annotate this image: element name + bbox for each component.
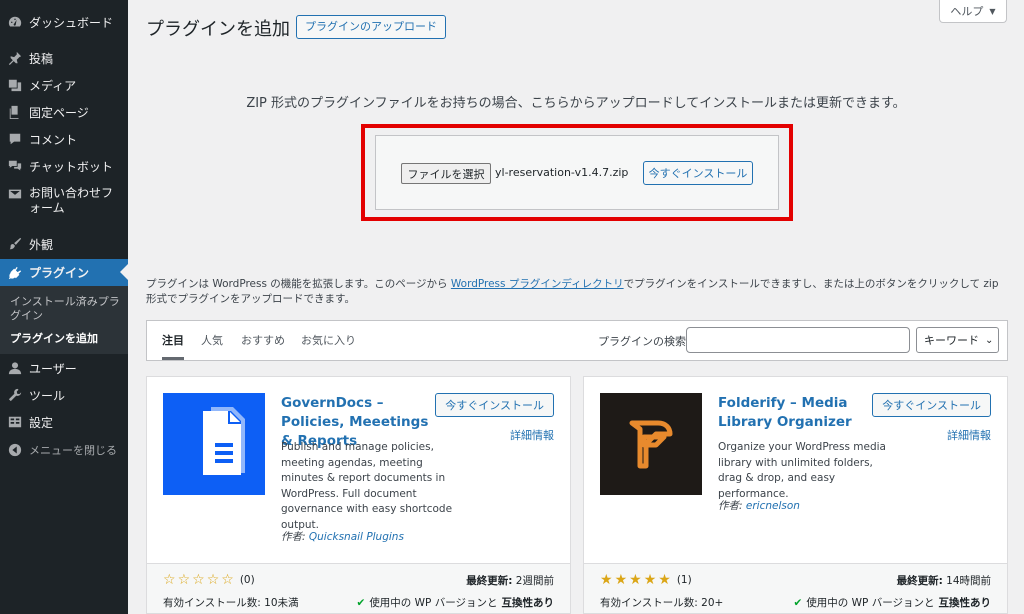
star-filled-icon: ★: [658, 572, 671, 588]
admin-sidebar: ダッシュボード 投稿 メディア 固定ページ コメント チャットボット お問い合わ…: [0, 0, 128, 614]
sidebar-item-plugins[interactable]: プラグイン: [0, 259, 128, 286]
choose-file-button[interactable]: ファイルを選択: [401, 163, 491, 184]
star-rating: ☆ ☆ ☆ ☆ ☆ (0): [163, 573, 255, 587]
sidebar-item-dashboard[interactable]: ダッシュボード: [0, 9, 128, 35]
compatibility: ✔ 使用中の WP バージョンと 互換性あり: [356, 596, 555, 610]
star-empty-icon: ☆: [192, 572, 205, 588]
star-filled-icon: ★: [643, 572, 657, 588]
plugin-description: Publish and manage policies, meeting age…: [281, 441, 453, 531]
plugin-card: GovernDocs – Policies, Meeetings & Repor…: [146, 376, 571, 614]
search-label: プラグインの検索: [598, 335, 686, 348]
active-installs: 有効インストール数: 10未満: [163, 597, 299, 609]
sidebar-item-media[interactable]: メディア: [0, 72, 128, 98]
folderify-logo-icon: [600, 393, 702, 495]
star-empty-icon: ☆: [221, 572, 234, 588]
plugins-submenu: インストール済みプラグイン プラグインを追加: [0, 286, 128, 354]
chat-icon: [7, 158, 23, 174]
sidebar-item-contact-form[interactable]: お問い合わせフォーム: [0, 181, 128, 221]
collapse-menu-button[interactable]: メニューを閉じる: [0, 437, 128, 463]
appearance-icon: [7, 236, 23, 252]
plugin-card: Folderify – Media Library Organizer 今すぐイ…: [583, 376, 1008, 614]
tools-icon: [7, 387, 23, 403]
settings-icon: [7, 414, 23, 430]
plugin-icon: [7, 265, 23, 281]
more-details-link[interactable]: 詳細情報: [510, 427, 554, 443]
tab-popular[interactable]: 人気: [201, 332, 223, 348]
upload-plugin-button[interactable]: プラグインのアップロード: [296, 15, 446, 39]
star-filled-icon: ★: [614, 572, 628, 588]
card-install-button[interactable]: 今すぐインストール: [872, 393, 991, 417]
rating-count: (0): [239, 574, 255, 586]
selected-file-name: yl-reservation-v1.4.7.zip: [495, 166, 629, 179]
more-details-link[interactable]: 詳細情報: [947, 427, 991, 443]
chevron-down-icon: ⌄: [985, 334, 994, 346]
last-updated: 最終更新: 14時間前: [896, 575, 991, 587]
star-filled-icon: ★: [629, 572, 642, 588]
plugin-author: 作者: ericnelson: [718, 500, 800, 512]
upload-description: ZIP 形式のプラグインファイルをお持ちの場合、こちらからアップロードしてインス…: [246, 96, 906, 111]
pin-icon: [7, 50, 23, 66]
user-icon: [7, 360, 23, 376]
sidebar-item-users[interactable]: ユーザー: [0, 355, 128, 381]
sidebar-item-pages[interactable]: 固定ページ: [0, 99, 128, 125]
tab-featured[interactable]: 注目: [162, 332, 184, 348]
plugin-name-link[interactable]: Folderify – Media Library Organizer: [718, 394, 878, 432]
sidebar-item-chatbot[interactable]: チャットボット: [0, 153, 128, 179]
sidebar-item-tools[interactable]: ツール: [0, 382, 128, 408]
card-install-button[interactable]: 今すぐインストール: [435, 393, 554, 417]
sidebar-item-settings[interactable]: 設定: [0, 409, 128, 435]
search-type-select[interactable]: キーワード ⌄: [916, 327, 999, 353]
page-title: プラグインを追加: [146, 19, 290, 40]
plugin-intro-text: プラグインは WordPress の機能を拡張します。このページから WordP…: [146, 278, 999, 305]
check-icon: ✔: [356, 596, 366, 609]
compatibility: ✔ 使用中の WP バージョンと 互換性あり: [793, 596, 992, 610]
plugin-directory-link[interactable]: WordPress プラグインディレクトリ: [451, 278, 624, 290]
submenu-installed-plugins[interactable]: インストール済みプラグイン: [10, 295, 122, 323]
page-icon: [7, 104, 23, 120]
media-icon: [7, 77, 23, 93]
check-icon: ✔: [793, 596, 803, 609]
tab-active-indicator: [162, 357, 184, 360]
tab-recommended[interactable]: おすすめ: [241, 332, 285, 348]
collapse-icon: [7, 442, 23, 458]
sidebar-item-comments[interactable]: コメント: [0, 126, 128, 152]
star-rating: ★ ★ ★ ★ ★ (1): [600, 573, 692, 587]
sidebar-item-posts[interactable]: 投稿: [0, 45, 128, 71]
sidebar-item-appearance[interactable]: 外観: [0, 231, 128, 257]
author-link[interactable]: Quicksnail Plugins: [309, 531, 404, 543]
active-installs: 有効インストール数: 20+: [600, 597, 724, 609]
help-tab[interactable]: ヘルプ ▼: [939, 0, 1007, 23]
last-updated: 最終更新: 2週間前: [466, 575, 554, 587]
author-link[interactable]: ericnelson: [746, 500, 800, 512]
submenu-add-plugin[interactable]: プラグインを追加: [10, 332, 122, 346]
plugin-author: 作者: Quicksnail Plugins: [281, 531, 404, 543]
mail-icon: [7, 186, 23, 202]
star-empty-icon: ☆: [177, 572, 191, 588]
dashboard-icon: [7, 14, 23, 30]
caret-down-icon: ▼: [989, 6, 996, 16]
star-empty-icon: ☆: [206, 572, 220, 588]
star-filled-icon: ★: [600, 572, 613, 588]
install-now-button[interactable]: 今すぐインストール: [643, 161, 753, 185]
document-icon: [163, 393, 265, 495]
tab-favorites[interactable]: お気に入り: [301, 332, 356, 348]
plugin-description: Organize your WordPress media library wi…: [718, 441, 886, 500]
plugin-search-input[interactable]: [686, 327, 910, 353]
star-empty-icon: ☆: [163, 572, 176, 588]
comment-icon: [7, 131, 23, 147]
rating-count: (1): [676, 574, 692, 586]
